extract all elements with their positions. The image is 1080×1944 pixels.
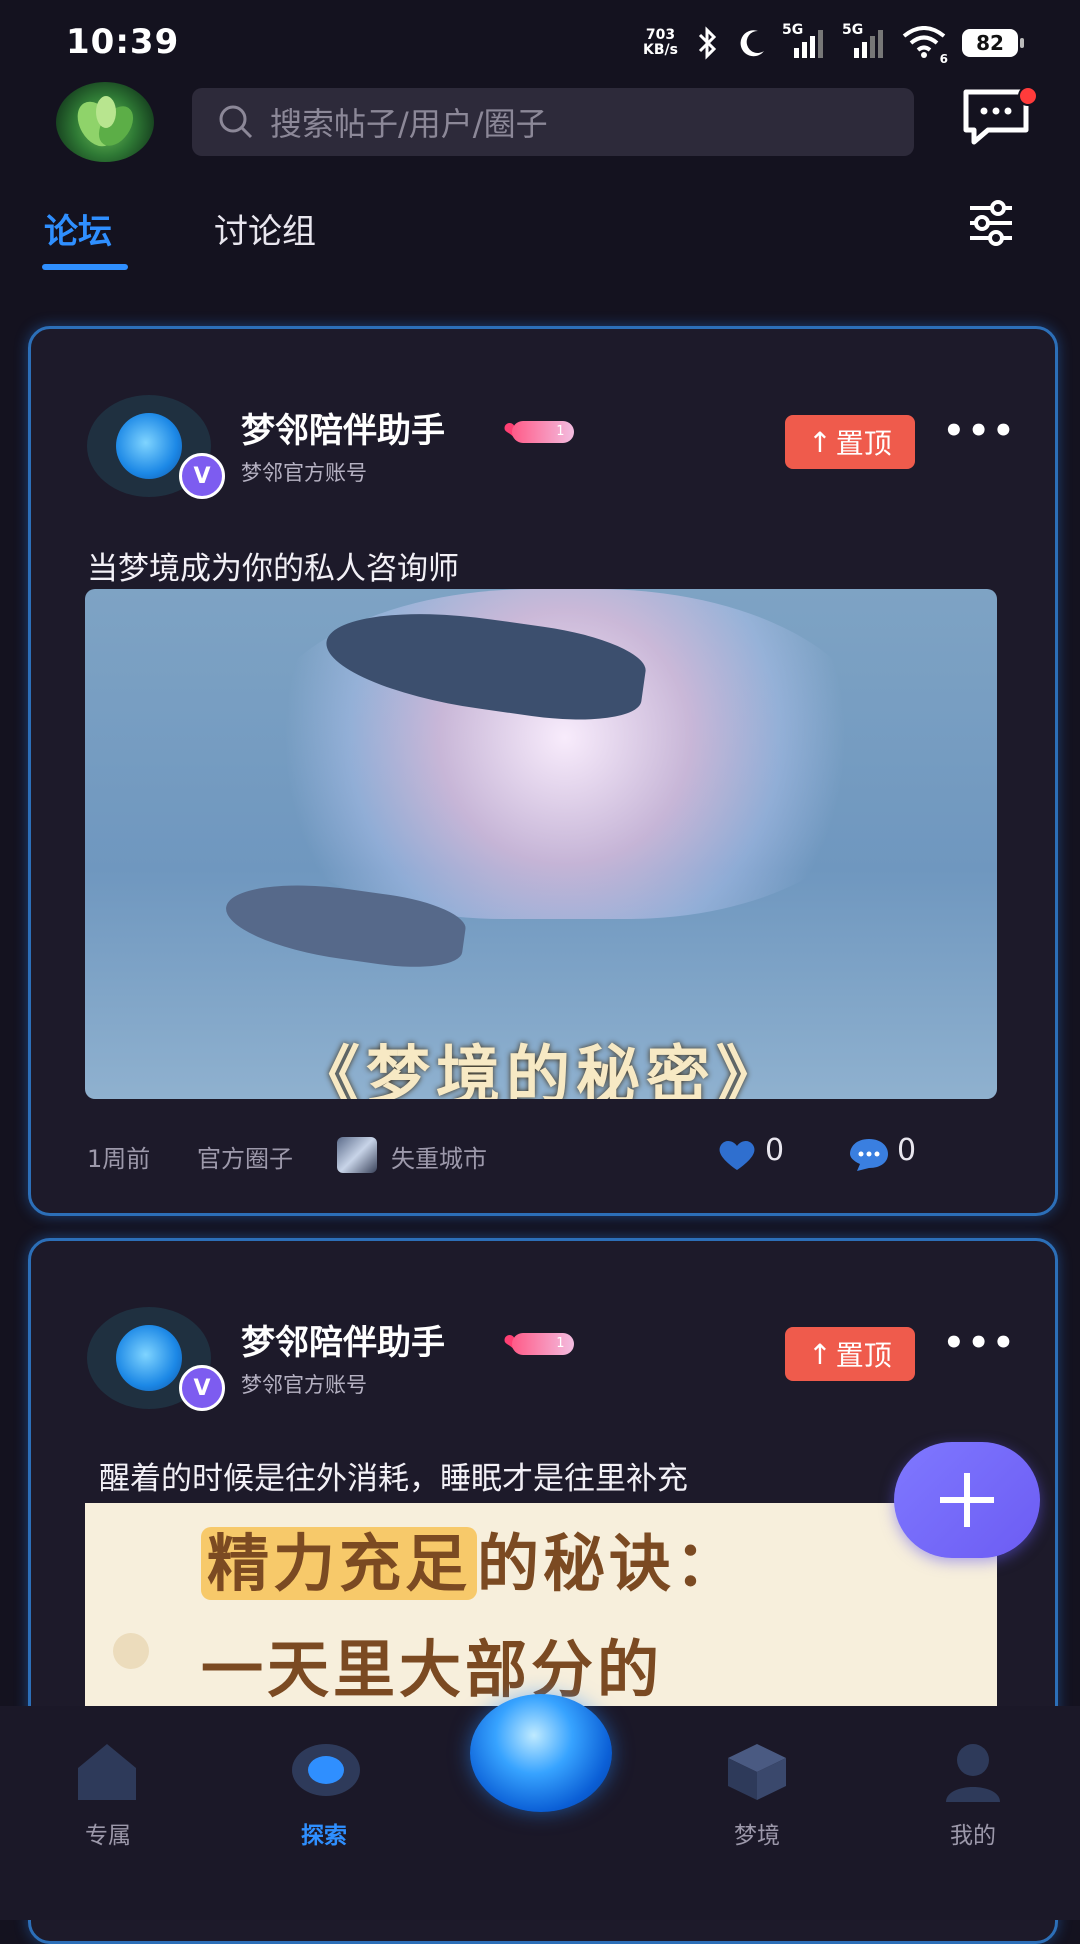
nav-label-explore[interactable]: 探索: [249, 1816, 399, 1850]
post-card[interactable]: V 梦邻陪伴助手 ❤ 1 梦邻官方账号 ↑ 置顶 ••• 当梦境成为你的私人咨询…: [28, 326, 1058, 1216]
profile-icon[interactable]: [940, 1740, 1006, 1802]
author-name[interactable]: 梦邻陪伴助手: [241, 1315, 445, 1364]
arrow-up-icon: ↑: [808, 1337, 832, 1371]
dream-orb-icon[interactable]: [470, 1694, 612, 1812]
post-time: 1周前: [87, 1145, 151, 1173]
comment-count: 0: [897, 1133, 917, 1168]
image-text-rest: 的秘诀：: [477, 1527, 742, 1600]
post-title[interactable]: 当梦境成为你的私人咨询师: [87, 543, 459, 588]
nav-label-exclusive[interactable]: 专属: [33, 1816, 183, 1850]
plus-icon: [940, 1473, 994, 1527]
create-post-button[interactable]: [894, 1442, 1040, 1558]
filter-settings-icon[interactable]: [966, 200, 1016, 246]
signal-1-label: 5G: [782, 22, 804, 38]
search-placeholder: 搜索帖子/用户/圈子: [270, 105, 548, 143]
verified-badge: V: [179, 453, 225, 499]
level-value: 1: [512, 420, 575, 443]
author-logo-icon: [116, 1325, 182, 1391]
status-time: 10:39: [66, 22, 180, 62]
author-name[interactable]: 梦邻陪伴助手: [241, 403, 445, 452]
post-city[interactable]: 失重城市: [391, 1139, 487, 1174]
author-subtitle: 梦邻官方账号: [241, 461, 367, 485]
battery-indicator: 82: [962, 29, 1024, 57]
status-icons: 703 KB/s 5G 5G 6 82: [643, 22, 1024, 66]
bottom-nav: 专属 探索 梦境 我的: [0, 1694, 1080, 1920]
pin-badge: ↑ 置顶: [785, 415, 915, 469]
nav-label-mine[interactable]: 我的: [898, 1816, 1048, 1850]
more-options-icon[interactable]: •••: [943, 411, 1017, 451]
arrow-up-icon: ↑: [808, 425, 832, 459]
level-value: 1: [512, 1332, 575, 1355]
post-circle[interactable]: 官方圈子: [197, 1139, 293, 1174]
status-bar: 10:39 703 KB/s 5G 5G 6 82: [0, 0, 1080, 84]
wifi-sub-label: 6: [939, 52, 948, 66]
signal-2-label: 5G: [842, 22, 864, 38]
level-badge: ❤ 1: [503, 415, 575, 448]
cell-signal-1: 5G: [782, 22, 828, 60]
nav-label-dream[interactable]: 梦境: [682, 1816, 832, 1850]
search-icon: [219, 105, 253, 139]
search-bar[interactable]: 搜索帖子/用户/圈子: [192, 88, 914, 156]
decorative-dot: [113, 1633, 149, 1669]
tab-forum[interactable]: 论坛: [44, 204, 112, 253]
more-options-icon[interactable]: •••: [943, 1323, 1017, 1363]
author-subtitle: 梦邻官方账号: [241, 1373, 367, 1397]
leaf-avatar-image: [77, 96, 134, 147]
image-text-line-1: 精力充足的秘诀：: [201, 1513, 741, 1603]
explore-icon[interactable]: [290, 1740, 362, 1802]
level-badge: ❤ 1: [503, 1327, 575, 1360]
active-tab-indicator: [42, 264, 128, 270]
moon-icon: [740, 30, 764, 57]
like-icon[interactable]: [715, 1137, 759, 1173]
like-count: 0: [765, 1133, 785, 1168]
pin-badge: ↑ 置顶: [785, 1327, 915, 1381]
comment-icon[interactable]: [847, 1135, 891, 1173]
wifi: 6: [902, 26, 948, 66]
image-text-line-2: 一天里大部分的: [201, 1633, 664, 1706]
image-caption: 《梦境的秘密》: [296, 1040, 786, 1099]
city-thumbnail: [337, 1137, 377, 1173]
post-title[interactable]: 醒着的时候是往外消耗，睡眠才是往里补充: [99, 1453, 688, 1498]
pin-label: 置顶: [835, 1339, 892, 1372]
post-image[interactable]: 《梦境的秘密》: [85, 589, 997, 1099]
network-speed-unit: KB/s: [643, 42, 678, 58]
user-avatar[interactable]: [56, 82, 154, 162]
verified-badge: V: [179, 1365, 225, 1411]
pin-label: 置顶: [835, 427, 892, 460]
image-text-highlight: 精力充足: [201, 1527, 478, 1600]
home-icon[interactable]: [74, 1740, 140, 1802]
network-speed-value: 703: [645, 27, 676, 43]
cube-icon[interactable]: [724, 1740, 790, 1802]
unread-dot: [1018, 86, 1038, 106]
cell-signal-2: 5G: [842, 22, 888, 60]
tab-discussion-group[interactable]: 讨论组: [214, 204, 316, 253]
bluetooth-icon: [698, 26, 717, 60]
author-logo-icon: [116, 413, 182, 479]
network-speed: 703 KB/s: [643, 28, 678, 58]
